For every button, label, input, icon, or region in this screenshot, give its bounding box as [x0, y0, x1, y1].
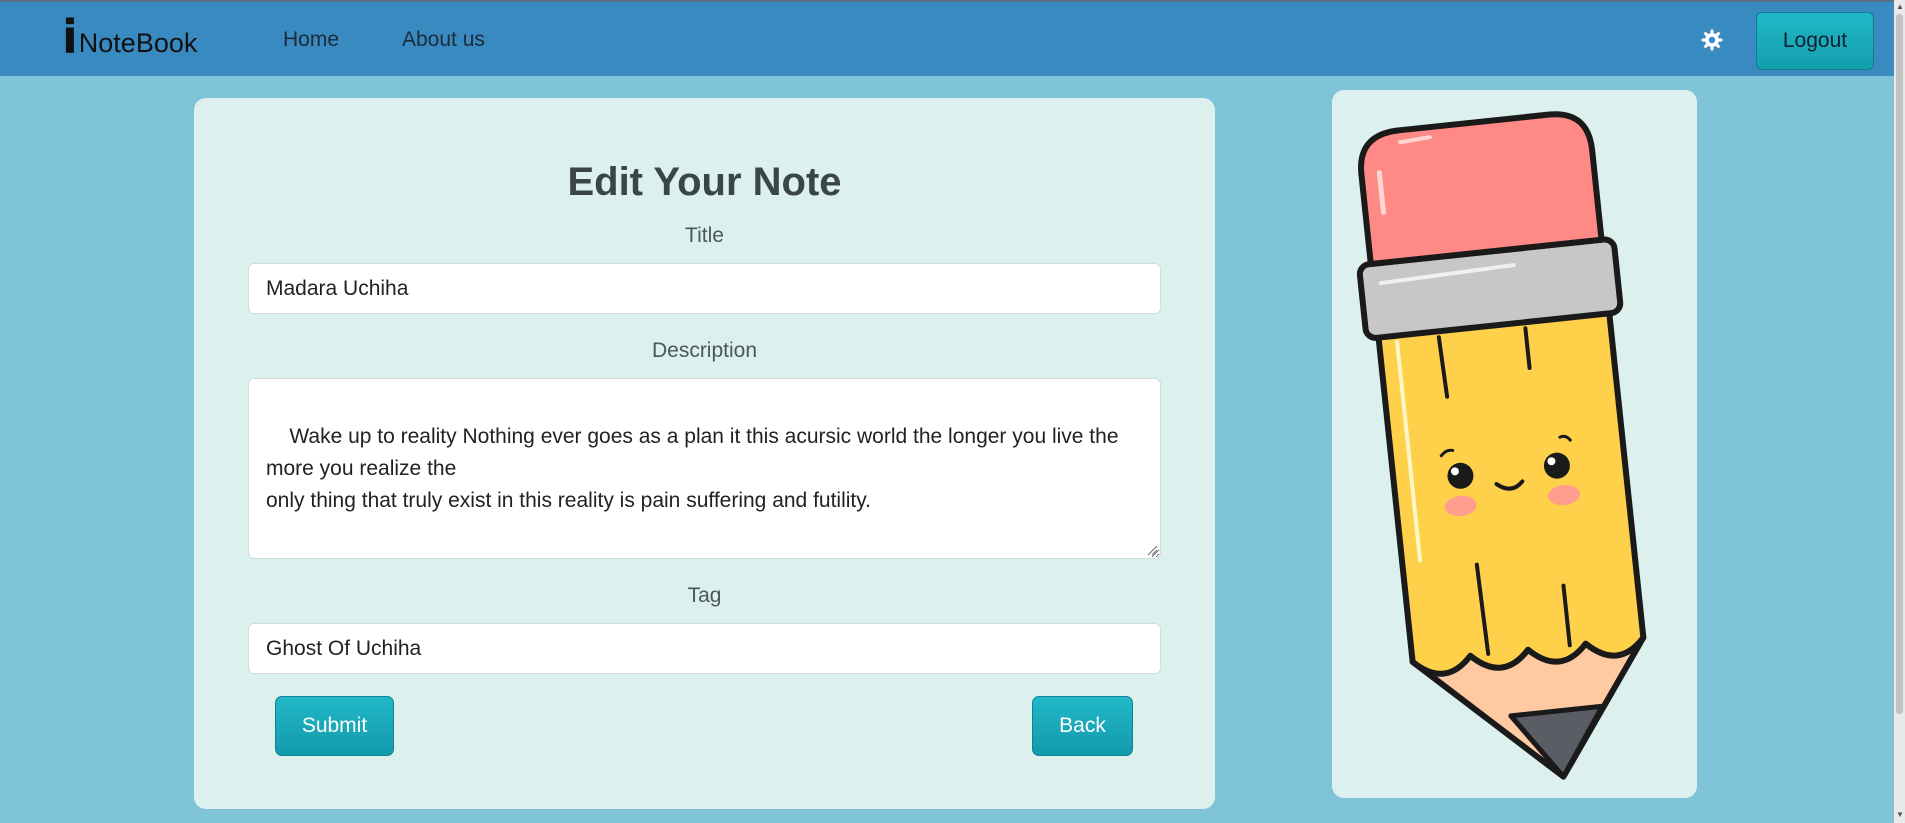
brand-initial: i	[62, 10, 78, 64]
title-input[interactable]: Madara Uchiha	[248, 263, 1161, 314]
page-title: Edit Your Note	[567, 160, 842, 204]
nav-home-link[interactable]: Home	[283, 28, 339, 52]
illustration-card	[1332, 90, 1697, 798]
navbar: i NoteBook Home About us Logout	[0, 0, 1894, 76]
scroll-up-icon[interactable]: ▲	[1896, 2, 1904, 11]
pencil-illustration	[1356, 111, 1647, 780]
resize-handle-icon[interactable]	[1146, 544, 1158, 556]
scroll-thumb[interactable]	[1896, 14, 1903, 714]
tag-input[interactable]: Ghost Of Uchiha	[248, 623, 1161, 674]
description-label: Description	[651, 339, 758, 362]
tag-label: Tag	[687, 584, 722, 607]
description-text: Wake up to reality Nothing ever goes as …	[266, 425, 1119, 512]
submit-button[interactable]: Submit	[275, 696, 394, 756]
back-button[interactable]: Back	[1032, 696, 1133, 756]
nav-about-link[interactable]: About us	[402, 28, 485, 52]
edit-note-card: Edit Your Note Title Madara Uchiha Descr…	[194, 98, 1215, 809]
logout-button[interactable]: Logout	[1756, 12, 1874, 70]
title-label: Title	[685, 224, 724, 247]
gear-icon[interactable]	[1700, 28, 1724, 52]
page-scrollbar[interactable]: ▲ ▼	[1894, 0, 1905, 823]
brand-logo[interactable]: i NoteBook	[62, 14, 197, 60]
description-textarea[interactable]: Wake up to reality Nothing ever goes as …	[248, 378, 1161, 559]
scroll-down-icon[interactable]: ▼	[1896, 810, 1904, 819]
brand-name: NoteBook	[78, 28, 198, 58]
